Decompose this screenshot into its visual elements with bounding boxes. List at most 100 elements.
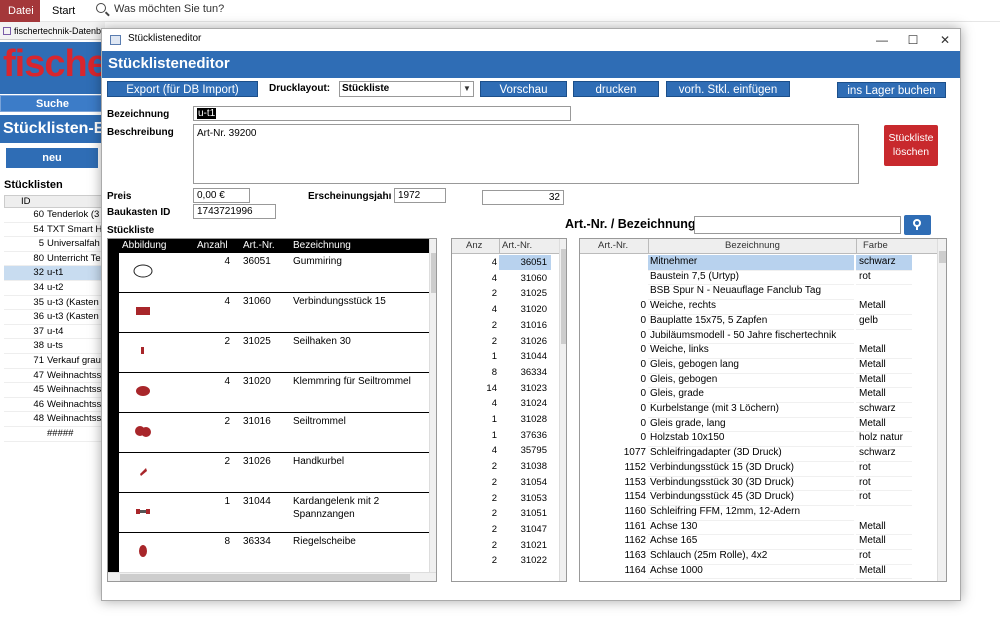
table-row[interactable]: 4 31024: [452, 396, 559, 412]
table-row[interactable]: 8 36334: [452, 365, 559, 381]
list-item[interactable]: 80 Unterricht Te: [4, 252, 105, 267]
table-row[interactable]: 2 31025 Seilhaken 30: [108, 333, 430, 373]
close-button[interactable]: ✕: [931, 31, 959, 49]
tab-start[interactable]: Start: [44, 0, 83, 22]
table-row[interactable]: 4 31020 Klemmring für Seiltrommel: [108, 373, 430, 413]
table-row[interactable]: 0 Gleis, grade Metall: [580, 387, 937, 403]
lager-buchen-button[interactable]: ins Lager buchen: [837, 82, 946, 98]
table-row[interactable]: 1162 Achse 165 Metall: [580, 534, 937, 550]
table-row[interactable]: 4 31060 Verbindungsstück 15: [108, 293, 430, 333]
search-button[interactable]: [904, 215, 931, 235]
drucken-button[interactable]: drucken: [573, 81, 659, 97]
suche-button[interactable]: Suche: [0, 95, 105, 112]
grid1-vscrollbar[interactable]: [429, 239, 436, 572]
vorschau-button[interactable]: Vorschau: [480, 81, 567, 97]
table-row[interactable]: 2 31038: [452, 459, 559, 475]
table-row[interactable]: 1153 Verbindungsstück 30 (3D Druck) rot: [580, 476, 937, 492]
col-anzahl[interactable]: Anzahl: [197, 239, 228, 253]
list-item[interactable]: 71 Verkauf grau: [4, 354, 105, 369]
table-row[interactable]: Mitnehmer schwarz: [580, 255, 937, 271]
row-selector[interactable]: [108, 453, 119, 493]
table-row[interactable]: 14 31023: [452, 381, 559, 397]
col-bezeichnung3[interactable]: Bezeichnung: [648, 239, 856, 253]
table-row[interactable]: 1077 Schleifringadapter (3D Druck) schwarz: [580, 446, 937, 462]
list-item[interactable]: #####: [4, 427, 105, 442]
list-header-id[interactable]: ID: [4, 195, 105, 208]
tab-datei[interactable]: Datei: [0, 0, 40, 22]
grid2-vscrollbar[interactable]: [559, 239, 566, 581]
table-row[interactable]: 4 35795: [452, 443, 559, 459]
grid1-hscrollbar[interactable]: [108, 572, 436, 581]
table-row[interactable]: 1 31028: [452, 412, 559, 428]
row-selector[interactable]: [108, 413, 119, 453]
table-row[interactable]: 1154 Verbindungsstück 45 (3D Druck) rot: [580, 490, 937, 506]
table-row[interactable]: 2 31053: [452, 491, 559, 507]
table-row[interactable]: 1 31044: [452, 349, 559, 365]
baukasten-field[interactable]: 1743721996: [193, 204, 276, 219]
table-row[interactable]: BSB Spur N - Neuauflage Fanclub Tag: [580, 284, 937, 301]
table-row[interactable]: 0 Weiche, links Metall: [580, 343, 937, 359]
table-row[interactable]: 2 31054: [452, 475, 559, 491]
list-item[interactable]: 45 Weihnachtss: [4, 383, 105, 398]
table-row[interactable]: 1152 Verbindungsstück 15 (3D Druck) rot: [580, 461, 937, 477]
list-item[interactable]: 48 Weihnachtss: [4, 412, 105, 427]
table-row[interactable]: 1160 Schleifring FFM, 12mm, 12-Adern: [580, 504, 937, 521]
table-row[interactable]: 0 Gleis, gebogen lang Metall: [580, 358, 937, 374]
table-row[interactable]: 4 31020: [452, 302, 559, 318]
col-farbe[interactable]: Farbe: [856, 239, 912, 253]
col-abbildung[interactable]: Abbildung: [122, 239, 166, 253]
table-row[interactable]: 4 36051: [452, 255, 559, 271]
list-item[interactable]: 46 Weihnachtss: [4, 398, 105, 413]
table-row[interactable]: 1 31044 Kardangelenk mit 2 Spannzangen: [108, 493, 430, 533]
list-item[interactable]: 37 u-t4: [4, 325, 105, 340]
row-selector[interactable]: [108, 253, 119, 293]
grid3-vscrollbar[interactable]: [937, 239, 946, 581]
list-item[interactable]: 47 Weihnachtss: [4, 369, 105, 384]
article-search-input[interactable]: [694, 216, 901, 234]
table-row[interactable]: 0 Weiche, rechts Metall: [580, 299, 937, 315]
table-row[interactable]: 0 Gleis, gebogen Metall: [580, 373, 937, 389]
table-row[interactable]: 1163 Schlauch (25m Rolle), 4x2 rot: [580, 549, 937, 565]
row-selector[interactable]: [108, 333, 119, 373]
table-row[interactable]: 2 31026 Handkurbel: [108, 453, 430, 493]
table-row[interactable]: Baustein 7,5 (Urtyp) rot: [580, 270, 937, 286]
maximize-button[interactable]: ☐: [899, 31, 927, 49]
col-artnr3[interactable]: Art.-Nr.: [598, 239, 628, 253]
table-row[interactable]: 2 31016 Seiltrommel: [108, 413, 430, 453]
table-row[interactable]: 2 31047: [452, 522, 559, 538]
table-row[interactable]: 2 31016: [452, 318, 559, 334]
row-selector[interactable]: [108, 493, 119, 533]
col-artnr2[interactable]: Art.-Nr.: [499, 239, 549, 253]
table-row[interactable]: 0 Jubiläumsmodell - 50 Jahre fischertechn…: [580, 328, 937, 345]
drucklayout-select[interactable]: Stückliste ▼: [339, 81, 474, 97]
table-row[interactable]: 1161 Achse 130 Metall: [580, 520, 937, 536]
beschreibung-field[interactable]: Art-Nr. 39200: [193, 124, 859, 184]
list-item[interactable]: 32 u-t1: [4, 266, 105, 281]
erscheinungsjahr-field[interactable]: 1972: [394, 188, 446, 203]
row-selector[interactable]: [108, 293, 119, 333]
table-row[interactable]: 4 36051 Gummiring: [108, 253, 430, 293]
preis-field[interactable]: 0,00 €: [193, 188, 250, 203]
table-row[interactable]: 2 31051: [452, 506, 559, 522]
list-item[interactable]: 60 Tenderlok (3: [4, 208, 105, 223]
table-row[interactable]: 0 Kurbelstange (mit 3 Löchern) schwarz: [580, 402, 937, 418]
table-row[interactable]: 0 Holzstab 10x150 holz natur: [580, 431, 937, 448]
list-item[interactable]: 36 u-t3 (Kasten: [4, 310, 105, 325]
table-row[interactable]: 0 Bauplatte 15x75, 5 Zapfen gelb: [580, 314, 937, 330]
table-row[interactable]: 8 36334 Riegelscheibe: [108, 533, 430, 573]
tell-me-search[interactable]: Was möchten Sie tun?: [96, 3, 224, 15]
list-item[interactable]: 54 TXT Smart H: [4, 223, 105, 238]
list-item[interactable]: 35 u-t3 (Kasten: [4, 296, 105, 311]
chevron-down-icon[interactable]: ▼: [460, 82, 473, 96]
list-item[interactable]: 38 u-ts: [4, 339, 105, 354]
bezeichnung-field[interactable]: u-t1: [193, 106, 571, 121]
einfuegen-button[interactable]: vorh. Stkl. einfügen: [666, 81, 790, 97]
table-row[interactable]: 2 31026: [452, 334, 559, 350]
minimize-button[interactable]: —: [868, 31, 896, 49]
table-row[interactable]: 1 37636: [452, 428, 559, 444]
export-button[interactable]: Export (für DB Import): [107, 81, 258, 97]
row-selector[interactable]: [108, 373, 119, 413]
list-item[interactable]: 34 u-t2: [4, 281, 105, 296]
table-row[interactable]: 2 31022: [452, 553, 559, 569]
neu-button[interactable]: neu: [6, 148, 98, 168]
